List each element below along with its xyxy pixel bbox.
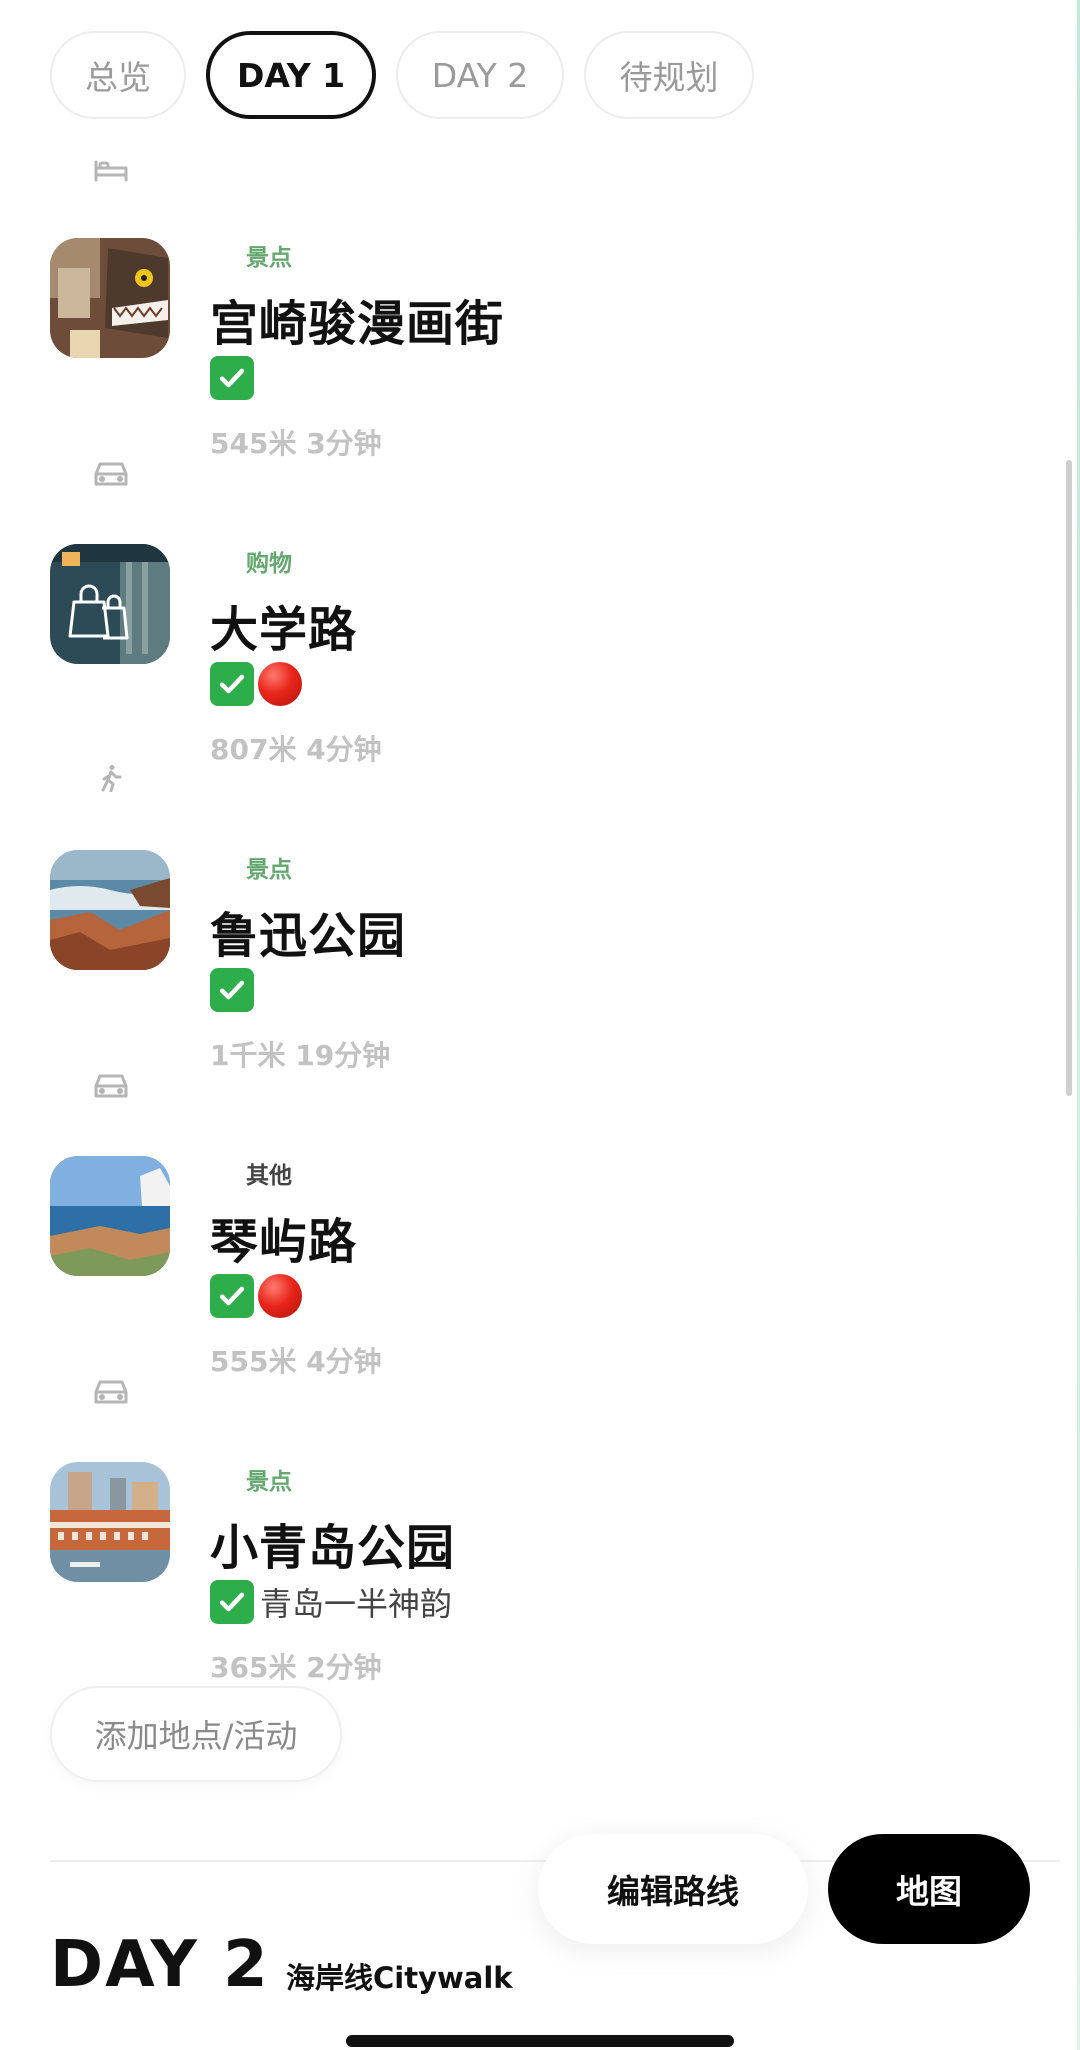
day-2-subtitle: 海岸线Citywalk bbox=[286, 1961, 513, 1995]
item-note: 青岛一半神韵 bbox=[260, 1585, 453, 1623]
itinerary-item-1[interactable]: 景点 宫崎骏漫画街 545米 3分钟 bbox=[50, 238, 1010, 468]
check-mark-icon bbox=[210, 968, 254, 1012]
status-marks bbox=[210, 1274, 302, 1318]
check-mark-icon bbox=[210, 1580, 254, 1624]
status-marks bbox=[210, 968, 254, 1012]
itinerary-item-4[interactable]: 其他 琴屿路 555米 4分钟 bbox=[50, 1156, 1010, 1386]
add-place-button[interactable]: 添加地点/活动 bbox=[50, 1686, 342, 1782]
status-marks: 青岛一半神韵 bbox=[210, 1580, 452, 1624]
check-mark-icon bbox=[210, 1274, 254, 1318]
day-tabs: 总览 DAY 1 DAY 2 待规划 bbox=[50, 31, 754, 119]
seaside-rocks-photo bbox=[50, 850, 170, 970]
status-marks bbox=[210, 356, 254, 400]
map-button[interactable]: 地图 bbox=[828, 1834, 1030, 1944]
distance-time: 555米 4分钟 bbox=[210, 1345, 382, 1378]
check-mark-icon bbox=[210, 662, 254, 706]
place-name: 小青岛公园 bbox=[210, 1520, 456, 1576]
category-label: 景点 bbox=[246, 1469, 292, 1495]
red-circle-icon bbox=[258, 662, 302, 706]
place-name: 宫崎骏漫画街 bbox=[210, 296, 505, 352]
scrollbar[interactable] bbox=[1066, 460, 1072, 1096]
old-town-photo bbox=[50, 1462, 170, 1582]
tab-overview[interactable]: 总览 bbox=[50, 31, 186, 119]
itinerary-item-3[interactable]: 景点 鲁迅公园 1千米 19分钟 bbox=[50, 850, 1010, 1080]
catbus-photo bbox=[50, 238, 170, 358]
distance-time: 807米 4分钟 bbox=[210, 733, 382, 766]
category-label: 景点 bbox=[246, 245, 292, 271]
edit-route-button[interactable]: 编辑路线 bbox=[538, 1834, 808, 1944]
itinerary-item-2[interactable]: 购物 大学路 807米 4分钟 bbox=[50, 544, 1010, 774]
category-label: 其他 bbox=[246, 1163, 292, 1189]
day-2-heading: DAY 2 bbox=[50, 1928, 270, 2002]
place-name: 大学路 bbox=[210, 602, 358, 658]
status-marks bbox=[210, 662, 302, 706]
category-label: 景点 bbox=[246, 857, 292, 883]
distance-time: 365米 2分钟 bbox=[210, 1651, 382, 1684]
tab-day-1[interactable]: DAY 1 bbox=[206, 31, 376, 119]
coast-photo bbox=[50, 1156, 170, 1276]
place-name: 琴屿路 bbox=[210, 1214, 358, 1270]
tab-day-2[interactable]: DAY 2 bbox=[396, 31, 564, 119]
distance-time: 1千米 19分钟 bbox=[210, 1039, 391, 1072]
bed-icon bbox=[93, 156, 129, 184]
check-mark-icon bbox=[210, 356, 254, 400]
shopping-bag-photo bbox=[50, 544, 170, 664]
category-label: 购物 bbox=[246, 551, 292, 577]
red-circle-icon bbox=[258, 1274, 302, 1318]
place-name: 鲁迅公园 bbox=[210, 908, 407, 964]
itinerary-item-5[interactable]: 景点 小青岛公园 青岛一半神韵 365米 2分钟 bbox=[50, 1462, 1010, 1692]
home-indicator bbox=[346, 2035, 734, 2047]
distance-time: 545米 3分钟 bbox=[210, 427, 382, 460]
tab-to-plan[interactable]: 待规划 bbox=[584, 31, 754, 119]
